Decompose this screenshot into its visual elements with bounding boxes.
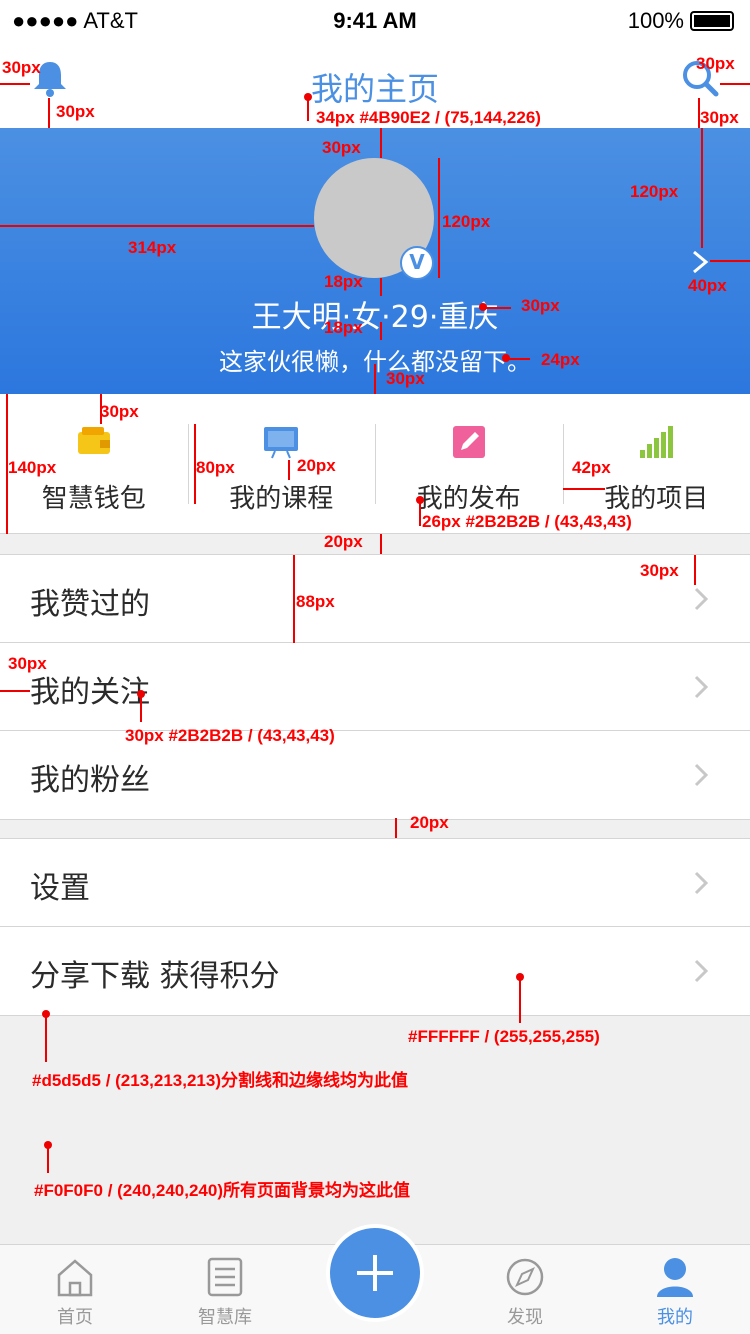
annotation: 20px (324, 532, 363, 551)
annotation: 120px (630, 182, 679, 201)
annotation: 30px (521, 296, 560, 315)
annotation: 18px (324, 318, 363, 337)
annotation: 30px (56, 102, 95, 121)
tab-label: 我的 (657, 1307, 693, 1328)
status-bar: ●●●●● AT&T 9:41 AM 100% (0, 0, 750, 40)
annotation: 80px (196, 458, 235, 477)
wallet-icon (77, 427, 110, 454)
tab-label: 首页 (57, 1307, 93, 1328)
annotation: 314px (128, 238, 177, 257)
add-button[interactable] (330, 1228, 420, 1318)
compass-icon (506, 1258, 544, 1296)
list-item-fans[interactable]: 我的粉丝 (0, 731, 750, 819)
list-item-label: 设置 (30, 871, 90, 906)
annotation: 30px (100, 402, 139, 421)
annotation: 30px (700, 108, 739, 127)
tab-label: 智慧库 (198, 1307, 252, 1328)
annotation: 24px (541, 350, 580, 369)
battery-icon (690, 11, 734, 31)
tab-me[interactable]: 我的 (600, 1245, 750, 1334)
action-label: 智慧钱包 (41, 484, 146, 514)
annotation: 30px (386, 369, 425, 388)
battery: 100% (628, 8, 734, 34)
list-item-label: 我赞过的 (30, 587, 150, 622)
profile-name: 王大明·女·29·重庆 (251, 300, 499, 335)
list-group-1: 我赞过的 我的关注 我的粉丝 (0, 554, 750, 820)
course-icon (264, 427, 299, 459)
annotation: 30px #2B2B2B / (43,43,43) (125, 726, 335, 745)
list-item-settings[interactable]: 设置 (0, 839, 750, 927)
annotation: 30px (2, 58, 41, 77)
annotation: 30px (640, 561, 679, 580)
list-item-share[interactable]: 分享下载 获得积分 (0, 927, 750, 1015)
annotation: #d5d5d5 / (213,213,213)分割线和边缘线均为此值 (32, 1071, 408, 1090)
annotation: 30px (696, 54, 735, 73)
action-label: 我的发布 (416, 484, 521, 514)
tab-discover[interactable]: 发现 (450, 1245, 600, 1334)
annotation: 120px (442, 212, 491, 231)
list-icon (207, 1257, 243, 1297)
annotation: 42px (572, 458, 611, 477)
list-item-label: 我的粉丝 (30, 763, 150, 798)
annotation: 34px #4B90E2 / (75,144,226) (316, 108, 541, 127)
annotation: 140px (8, 458, 57, 477)
list-group-2: 设置 分享下载 获得积分 (0, 838, 750, 1016)
annotation: #FFFFFF / (255,255,255) (408, 1027, 600, 1046)
list-item-liked[interactable]: 我赞过的 (0, 555, 750, 643)
tab-home[interactable]: 首页 (0, 1245, 150, 1334)
annotation: #F0F0F0 / (240,240,240)所有页面背景均为这此值 (34, 1181, 410, 1200)
chart-icon (640, 426, 674, 458)
verified-badge: V (400, 246, 434, 280)
annotation: 18px (324, 272, 363, 291)
list-item-following[interactable]: 我的关注 (0, 643, 750, 731)
annotation: 26px #2B2B2B / (43,43,43) (422, 512, 632, 531)
tab-label: 发现 (507, 1307, 543, 1328)
action-label: 我的课程 (229, 484, 334, 514)
page-title: 我的主页 (310, 70, 439, 108)
annotation: 20px (410, 813, 449, 832)
tab-library[interactable]: 智慧库 (150, 1245, 300, 1334)
chevron-right-icon[interactable] (690, 250, 710, 274)
action-label: 我的项目 (604, 484, 709, 514)
annotation: 40px (688, 276, 727, 295)
battery-percent: 100% (627, 8, 684, 33)
annotation: 30px (322, 138, 361, 157)
annotation: 88px (296, 592, 335, 611)
chevron-right-icon (694, 959, 708, 983)
profile-banner[interactable]: 王大明·女·29·重庆 这家伙很懒，什么都没留下。 (0, 128, 750, 394)
home-icon (57, 1259, 93, 1297)
user-icon (657, 1258, 693, 1297)
list-item-label: 分享下载 获得积分 (30, 959, 280, 994)
edit-icon (452, 426, 485, 458)
annotation: 20px (297, 456, 336, 475)
chevron-right-icon (694, 587, 708, 611)
chevron-right-icon (694, 675, 708, 699)
list-item-label: 我的关注 (30, 675, 150, 710)
annotation: 30px (8, 654, 47, 673)
chevron-right-icon (694, 871, 708, 895)
chevron-right-icon (694, 763, 708, 787)
